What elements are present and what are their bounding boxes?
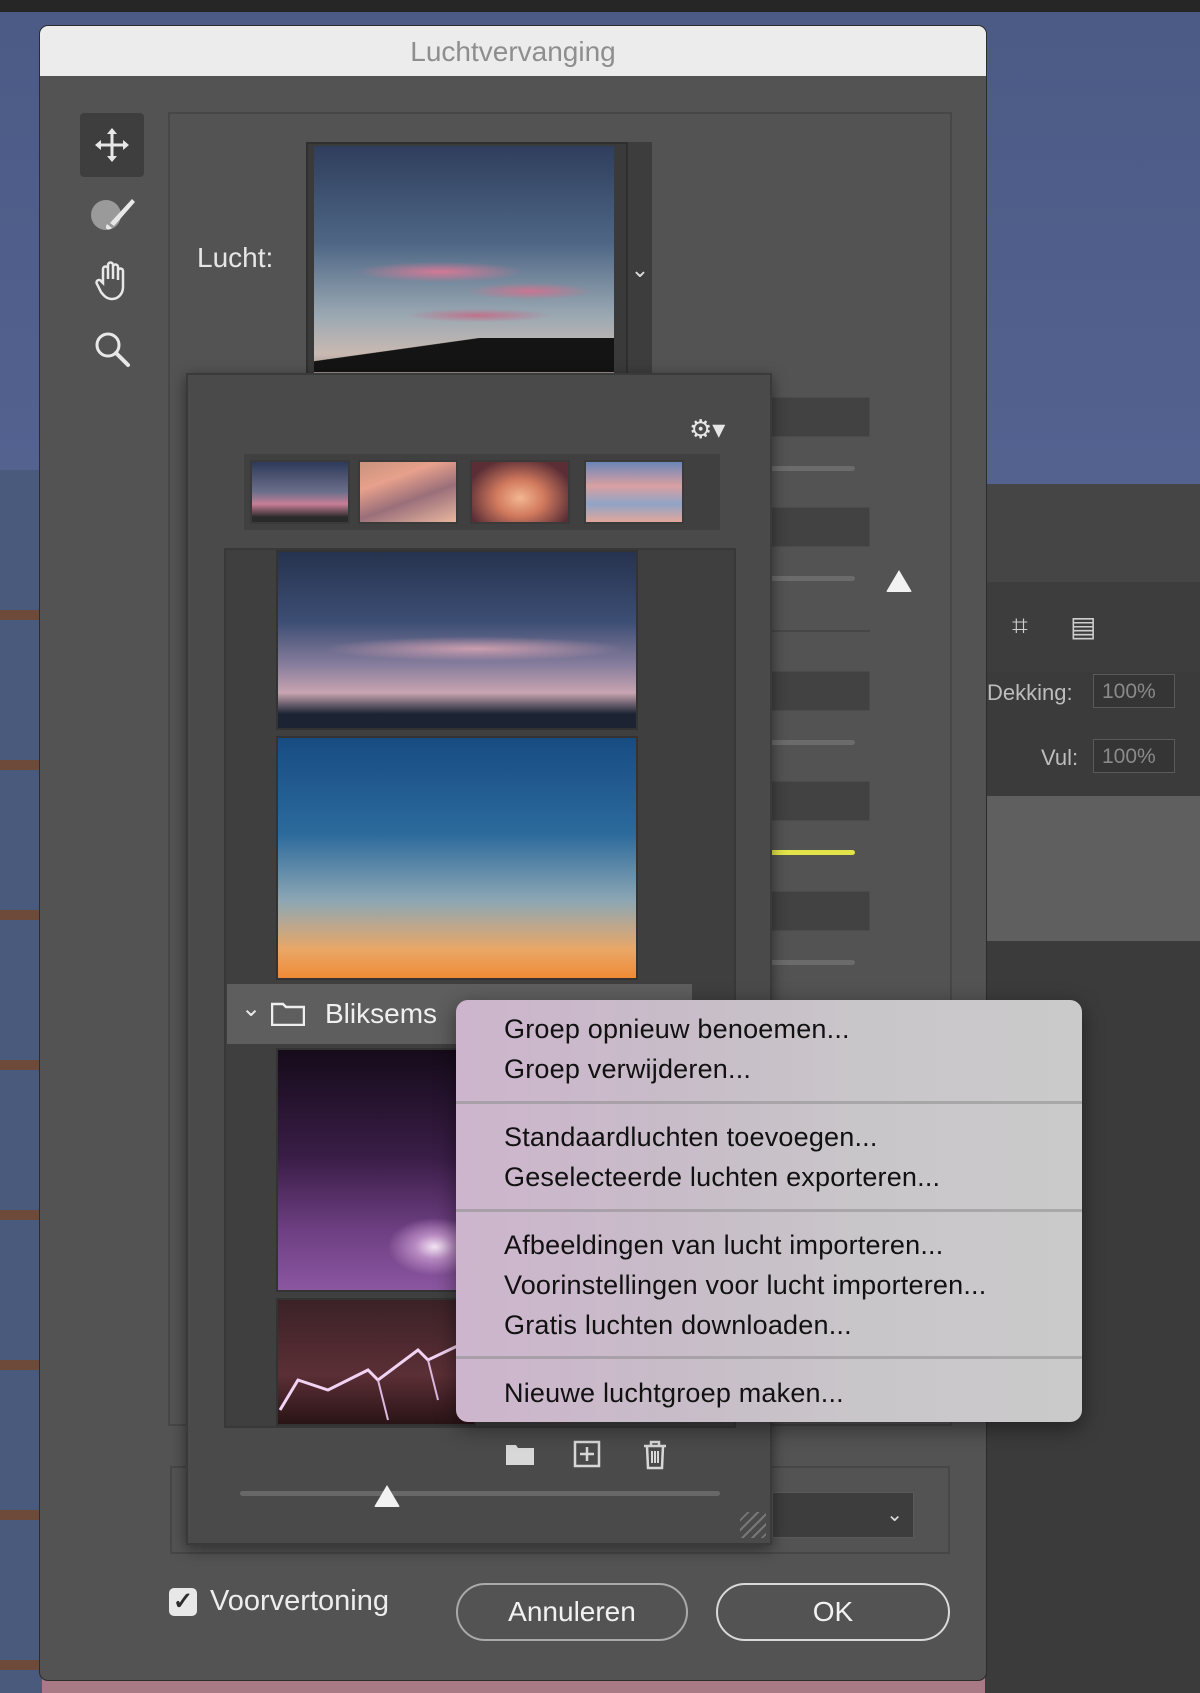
menu-separator <box>456 1356 1082 1359</box>
background-building <box>0 470 42 1693</box>
recent-sky-thumb[interactable] <box>250 460 350 524</box>
sky-list-item[interactable] <box>276 1048 476 1292</box>
add-icon[interactable] <box>573 1440 601 1468</box>
recent-sky-thumb[interactable] <box>358 460 458 524</box>
zoom-icon <box>95 332 130 367</box>
chevron-down-icon: ⌄ <box>630 257 650 282</box>
ok-button[interactable]: OK <box>716 1583 950 1641</box>
trash-icon[interactable] <box>642 1440 668 1470</box>
sky-group-name: Bliksems <box>325 998 438 1029</box>
opacity-label: Dekking: <box>987 680 1073 705</box>
sky-brush-icon <box>91 199 135 230</box>
zoom-tool[interactable] <box>80 317 144 381</box>
sky-list-item[interactable] <box>276 550 638 730</box>
dialog-title: Luchtvervanging <box>40 26 986 76</box>
sky-list-item[interactable] <box>276 736 638 980</box>
document-icon[interactable]: ▤ <box>1070 610 1096 643</box>
menu-item-add-default-skies[interactable]: Standaardluchten toevoegen... <box>504 1122 878 1153</box>
menu-item-import-sky-images[interactable]: Afbeeldingen van lucht importeren... <box>504 1230 943 1261</box>
sky-list-item[interactable] <box>276 1298 476 1426</box>
app-top-bar <box>0 0 1200 12</box>
thumbnail-size-slider[interactable] <box>240 1491 720 1496</box>
chevron-down-icon[interactable]: ⌄ <box>241 994 261 1023</box>
lightning-bolt <box>278 1338 471 1421</box>
menu-item-delete-group[interactable]: Groep verwijderen... <box>504 1054 751 1085</box>
sky-label: Lucht: <box>197 242 274 273</box>
layers-panel-header <box>985 484 1200 582</box>
fill-field[interactable]: 100% <box>1093 739 1175 773</box>
chevron-down-icon: ⌄ <box>886 1504 903 1526</box>
sky-thumbnail-horizon <box>314 338 614 372</box>
menu-separator <box>456 1101 1082 1104</box>
sky-dropdown-button[interactable]: ⌄ <box>628 142 652 398</box>
layer-thumbnail-area <box>985 796 1200 941</box>
fill-label: Vul: <box>1041 745 1079 770</box>
preview-checkbox[interactable]: ✓ <box>169 1588 197 1616</box>
preview-label[interactable]: Voorvertoning <box>210 1585 389 1618</box>
recent-sky-thumb[interactable] <box>584 460 684 524</box>
menu-item-new-sky-group[interactable]: Nieuwe luchtgroep maken... <box>504 1378 844 1409</box>
resize-grip[interactable] <box>740 1512 766 1538</box>
folder-icon <box>271 1002 305 1026</box>
hand-icon <box>95 261 125 301</box>
menu-item-download-free-skies[interactable]: Gratis luchten downloaden... <box>504 1310 852 1341</box>
output-dropdown[interactable]: ⌄ <box>772 1492 914 1538</box>
folder-icon[interactable] <box>505 1442 535 1466</box>
menu-separator <box>456 1209 1082 1212</box>
menu-item-import-sky-presets[interactable]: Voorinstellingen voor lucht importeren..… <box>504 1270 986 1301</box>
move-icon <box>95 128 129 162</box>
transform-icon[interactable]: ⌗ <box>1012 610 1028 643</box>
opacity-field[interactable]: 100% <box>1093 674 1175 708</box>
move-tool[interactable] <box>80 113 144 177</box>
menu-item-rename-group[interactable]: Groep opnieuw benoemen... <box>504 1014 850 1045</box>
gear-icon[interactable]: ⚙▾ <box>689 414 725 445</box>
sky-brush-tool[interactable] <box>80 181 144 245</box>
cancel-button[interactable]: Annuleren <box>456 1583 688 1641</box>
recent-sky-thumb[interactable] <box>470 460 570 524</box>
hand-tool[interactable] <box>80 249 144 313</box>
menu-item-export-skies[interactable]: Geselecteerde luchten exporteren... <box>504 1162 940 1193</box>
group-context-menu: Groep opnieuw benoemen... Groep verwijde… <box>456 1000 1082 1422</box>
